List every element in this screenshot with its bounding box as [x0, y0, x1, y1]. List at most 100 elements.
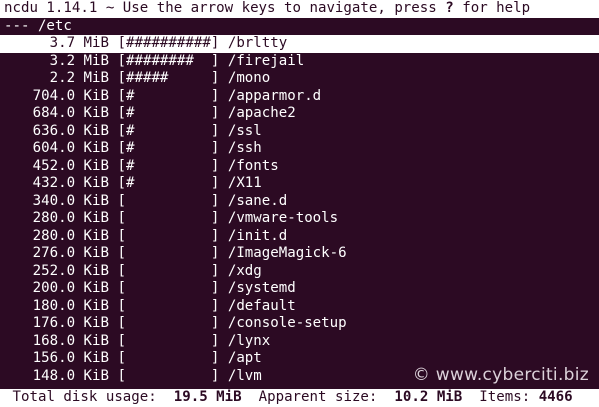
usage-bar: ##########	[125, 35, 211, 51]
title-bar: ncdu 1.14.1 ~ Use the arrow keys to navi…	[0, 0, 599, 18]
list-item[interactable]: 3.7 MiB [##########] /brltty	[0, 35, 599, 53]
item-size: 2.2 MiB	[49, 70, 109, 86]
list-item[interactable]: 200.0 KiB [ ] /systemd	[0, 280, 599, 298]
usage-bar	[126, 298, 211, 314]
item-name: /lynx	[227, 332, 271, 349]
usage-bar-close: ]	[210, 367, 228, 384]
usage-bar	[126, 210, 211, 226]
list-item[interactable]: 684.0 KiB [# ] /apache2	[0, 105, 599, 123]
total-disk-usage-label: Total disk usage:	[12, 389, 157, 405]
list-item[interactable]: 704.0 KiB [# ] /apparmor.d	[0, 88, 599, 106]
usage-bar: #	[125, 175, 211, 191]
item-name: /vmware-tools	[227, 210, 339, 226]
app-name: ncdu 1.14.1	[4, 0, 98, 16]
items-label: Items:	[479, 389, 531, 405]
usage-bar-open: [	[109, 245, 126, 261]
usage-bar-open: [	[109, 227, 126, 244]
usage-bar-close: ]	[210, 210, 228, 226]
usage-bar: #	[125, 87, 211, 104]
list-item[interactable]: 168.0 KiB [ ] /lynx	[0, 333, 599, 351]
usage-bar-open: [	[109, 332, 126, 349]
item-name: /apt	[227, 350, 262, 366]
item-name: /init.d	[227, 227, 288, 244]
list-item[interactable]: 432.0 KiB [# ] /X11	[0, 175, 599, 193]
item-name: /default	[227, 297, 296, 314]
usage-bar	[126, 350, 211, 366]
current-path: --- /etc	[4, 17, 81, 34]
list-item[interactable]: 636.0 KiB [# ] /ssl	[0, 123, 599, 141]
list-item[interactable]: 452.0 KiB [# ] /fonts	[0, 158, 599, 176]
usage-bar-open: [	[109, 367, 126, 384]
item-size: 684.0 KiB	[32, 105, 109, 121]
item-name: /ssh	[227, 140, 262, 156]
usage-bar	[126, 193, 211, 209]
usage-bar: #####	[125, 70, 211, 86]
usage-bar-close: ]	[210, 262, 228, 279]
usage-bar-open: [	[109, 35, 126, 51]
usage-bar-open: [	[109, 350, 126, 366]
list-item[interactable]: 2.2 MiB [##### ] /mono	[0, 70, 599, 88]
item-name: /apparmor.d	[227, 87, 322, 104]
help-key: ?	[445, 0, 454, 16]
total-disk-usage-value: 19.5 MiB	[173, 389, 242, 405]
usage-bar	[126, 368, 211, 384]
usage-bar-close: ]	[210, 122, 228, 139]
apparent-size-label: Apparent size:	[258, 389, 378, 405]
usage-bar-open: [	[109, 175, 126, 191]
list-item[interactable]: 3.2 MiB [######## ] /firejail	[0, 53, 599, 71]
item-size: 280.0 KiB	[32, 227, 109, 244]
help-hint-suffix: for help	[453, 0, 531, 16]
usage-bar-close: ]	[210, 35, 228, 51]
file-list: 3.7 MiB [##########] /brltty 3.2 MiB [###…	[0, 35, 599, 385]
usage-bar-open: [	[109, 70, 126, 86]
usage-bar	[126, 263, 211, 279]
item-name: /ssl	[227, 122, 262, 139]
item-name: /mono	[227, 70, 271, 86]
item-size: 340.0 KiB	[32, 192, 109, 209]
usage-bar-close: ]	[210, 350, 228, 366]
usage-bar-close: ]	[210, 157, 228, 174]
usage-bar-open: [	[109, 315, 126, 331]
usage-bar-close: ]	[210, 192, 228, 209]
item-size: 148.0 KiB	[32, 367, 109, 384]
list-item[interactable]: 176.0 KiB [ ] /console-setup	[0, 315, 599, 333]
item-size: 636.0 KiB	[32, 122, 109, 139]
apparent-size-value: 10.2 MiB	[394, 389, 463, 405]
usage-bar-open: [	[109, 122, 126, 139]
usage-bar-close: ]	[210, 140, 228, 156]
list-item[interactable]: 280.0 KiB [ ] /vmware-tools	[0, 210, 599, 228]
list-item[interactable]: 252.0 KiB [ ] /xdg	[0, 263, 599, 281]
list-item[interactable]: 604.0 KiB [# ] /ssh	[0, 140, 599, 158]
item-size: 276.0 KiB	[32, 245, 109, 261]
usage-bar: #	[125, 122, 211, 139]
usage-bar-close: ]	[210, 297, 228, 314]
item-size: 180.0 KiB	[32, 297, 109, 314]
item-size: 176.0 KiB	[32, 315, 109, 331]
usage-bar-close: ]	[210, 227, 228, 244]
usage-bar-close: ]	[210, 245, 228, 261]
status-bar: Total disk usage: 19.5 MiB Apparent size…	[0, 389, 599, 407]
list-item[interactable]: 180.0 KiB [ ] /default	[0, 298, 599, 316]
item-name: /console-setup	[227, 315, 347, 331]
item-size: 432.0 KiB	[32, 175, 109, 191]
item-size: 200.0 KiB	[32, 280, 109, 296]
item-size: 604.0 KiB	[32, 140, 109, 156]
item-name: /ImageMagick-6	[227, 245, 347, 261]
item-name: /firejail	[227, 52, 305, 69]
item-name: /brltty	[227, 35, 288, 51]
item-name: /systemd	[227, 280, 296, 296]
item-name: /sane.d	[227, 192, 288, 209]
usage-bar-close: ]	[210, 87, 228, 104]
item-size: 452.0 KiB	[32, 157, 109, 174]
item-size: 280.0 KiB	[32, 210, 109, 226]
usage-bar: #	[125, 105, 211, 121]
item-name: /fonts	[227, 157, 279, 174]
list-item[interactable]: 340.0 KiB [ ] /sane.d	[0, 193, 599, 211]
usage-bar-close: ]	[210, 105, 228, 121]
list-item[interactable]: 280.0 KiB [ ] /init.d	[0, 228, 599, 246]
watermark: © www.cyberciti.biz	[412, 365, 589, 385]
item-size: 3.7 MiB	[49, 35, 109, 51]
usage-bar-open: [	[109, 262, 126, 279]
usage-bar-close: ]	[210, 175, 228, 191]
list-item[interactable]: 276.0 KiB [ ] /ImageMagick-6	[0, 245, 599, 263]
